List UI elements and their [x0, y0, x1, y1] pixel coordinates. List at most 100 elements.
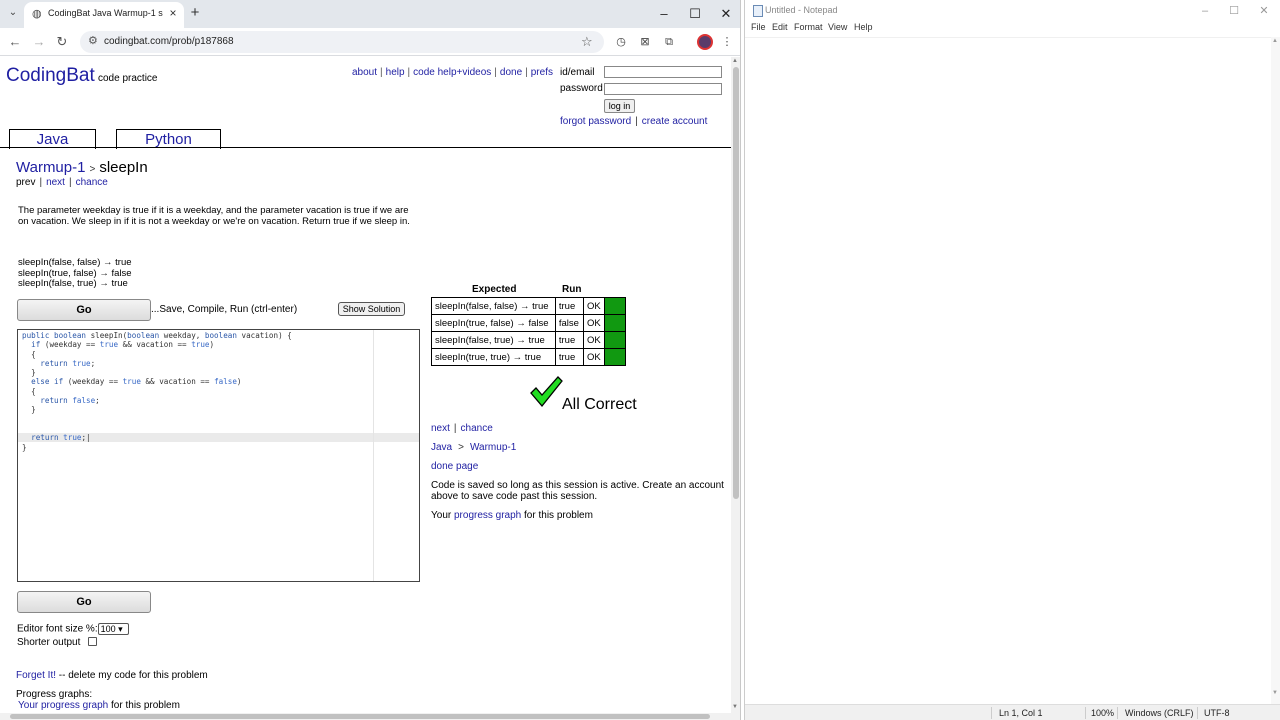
- close-window-icon[interactable]: ✕: [714, 4, 738, 24]
- status-line-endings: Windows (CRLF): [1125, 708, 1194, 718]
- maximize-icon[interactable]: ☐: [683, 4, 707, 24]
- browser-window: ⌄ ◍ CodingBat Java Warmup-1 sleepIn × + …: [0, 0, 741, 720]
- page-vertical-scrollbar[interactable]: ▲ ▼: [731, 57, 740, 720]
- browser-toolbar: ← → ↻ ⚙ codingbat.com/prob/p187868 ☆ ◷ ⊠…: [0, 28, 740, 56]
- progress-graph-row: Your progress graph for this problem: [18, 700, 180, 711]
- minimize-icon[interactable]: –: [652, 4, 676, 24]
- menu-view[interactable]: View: [828, 22, 847, 32]
- java-link[interactable]: Java: [431, 442, 452, 453]
- results-table: sleepIn(false, false) → true true OK sle…: [431, 297, 626, 366]
- status-zoom: 100%: [1091, 708, 1115, 718]
- bookmark-star-icon[interactable]: ☆: [581, 34, 593, 50]
- results-links: next | chance: [431, 423, 493, 434]
- tab-python[interactable]: Python: [116, 129, 221, 149]
- help-link[interactable]: help: [386, 67, 405, 78]
- status-cell: OK: [582, 348, 606, 366]
- notepad-text-area[interactable]: [745, 37, 1271, 704]
- about-link[interactable]: about: [352, 67, 377, 78]
- notepad-icon: [753, 5, 763, 17]
- close-tab-icon[interactable]: ×: [166, 6, 180, 20]
- scrollbar-thumb[interactable]: [733, 67, 739, 499]
- chance-link-results[interactable]: chance: [461, 423, 493, 434]
- go-button[interactable]: Go: [17, 299, 151, 321]
- scrollbar-thumb[interactable]: [10, 714, 710, 719]
- top-links: about | help | code help+videos | done | prefs: [352, 67, 553, 78]
- show-solution-button[interactable]: Show Solution: [338, 302, 405, 316]
- breadcrumb-separator: >: [458, 442, 464, 453]
- section-link[interactable]: Warmup-1: [16, 159, 85, 176]
- forgot-password-link[interactable]: forgot password: [560, 116, 631, 127]
- id-email-input[interactable]: [604, 66, 722, 78]
- close-window-icon[interactable]: ✕: [1252, 3, 1276, 19]
- menu-help[interactable]: Help: [854, 22, 873, 32]
- warmup-link[interactable]: Warmup-1: [470, 442, 516, 453]
- maximize-icon[interactable]: ☐: [1222, 3, 1246, 19]
- account-links: forgot password | create account: [560, 116, 708, 127]
- tab-java[interactable]: Java: [9, 129, 96, 149]
- tab-search-icon[interactable]: ⌄: [5, 7, 21, 21]
- back-icon[interactable]: ←: [6, 33, 24, 51]
- go-button-bottom[interactable]: Go: [17, 591, 151, 613]
- checkmark-icon: [530, 376, 563, 408]
- menu-format[interactable]: Format: [794, 22, 823, 32]
- address-bar[interactable]: ⚙ codingbat.com/prob/p187868 ☆: [80, 31, 604, 53]
- scroll-down-icon[interactable]: ▼: [1272, 690, 1278, 696]
- done-link[interactable]: done: [500, 67, 522, 78]
- forget-it-link[interactable]: Forget It!: [16, 670, 56, 681]
- code-text[interactable]: public boolean sleepIn(boolean weekday, …: [22, 331, 292, 452]
- save-note: Code is saved so long as this session is…: [431, 480, 724, 502]
- status-cell: OK: [582, 314, 606, 332]
- expected-cell: sleepIn(false, false) → true: [431, 297, 556, 315]
- code-editor[interactable]: public boolean sleepIn(boolean weekday, …: [17, 329, 420, 582]
- your-progress-row: Your progress graph for this problem: [431, 510, 593, 521]
- font-size-label: Editor font size %:: [17, 623, 98, 635]
- scroll-up-icon[interactable]: ▲: [1272, 38, 1278, 44]
- expected-cell: sleepIn(false, true) → true: [431, 331, 556, 349]
- your-progress-graph-link[interactable]: Your progress graph: [18, 700, 108, 711]
- run-header: Run: [562, 284, 582, 295]
- profile-avatar[interactable]: [697, 34, 713, 50]
- page-horizontal-scrollbar[interactable]: [0, 713, 731, 720]
- reload-icon[interactable]: ↻: [53, 33, 71, 51]
- next-link-results[interactable]: next: [431, 423, 450, 434]
- login-button[interactable]: log in: [604, 99, 635, 113]
- prev-label: prev: [16, 177, 36, 188]
- table-row: sleepIn(true, true) → true true OK: [431, 348, 626, 366]
- pass-indicator: [604, 331, 626, 349]
- next-link[interactable]: next: [46, 177, 65, 188]
- new-tab-icon[interactable]: +: [187, 4, 203, 22]
- scroll-down-icon[interactable]: ▼: [732, 704, 738, 710]
- font-size-select[interactable]: 100 ▾: [97, 623, 129, 635]
- status-divider: [1197, 707, 1198, 719]
- code-help-link[interactable]: code help+videos: [413, 67, 491, 78]
- extension-icon[interactable]: ⊠: [637, 34, 653, 50]
- for-problem-text: for this problem: [521, 510, 593, 521]
- prefs-link[interactable]: prefs: [531, 67, 553, 78]
- forward-icon[interactable]: →: [30, 33, 48, 51]
- menu-edit[interactable]: Edit: [772, 22, 788, 32]
- logo-subtitle: code practice: [98, 73, 158, 84]
- password-label: password: [560, 83, 603, 94]
- site-logo[interactable]: CodingBat: [6, 65, 95, 87]
- shorter-output-checkbox[interactable]: [88, 637, 97, 646]
- chance-link[interactable]: chance: [76, 177, 108, 188]
- kebab-menu-icon[interactable]: ⋮: [719, 34, 735, 50]
- create-account-link[interactable]: create account: [642, 116, 708, 127]
- globe-icon: ◍: [32, 8, 42, 20]
- minimize-icon[interactable]: –: [1193, 3, 1217, 19]
- forget-row: Forget It! -- delete my code for this pr…: [16, 670, 208, 681]
- status-divider: [1085, 707, 1086, 719]
- extensions-puzzle-icon[interactable]: ⧉: [661, 34, 677, 50]
- notepad-window: Untitled - Notepad – ☐ ✕ File Edit Forma…: [744, 0, 1280, 720]
- progress-graph-link[interactable]: progress graph: [454, 510, 521, 521]
- scroll-up-icon[interactable]: ▲: [732, 58, 738, 64]
- site-info-icon[interactable]: ⚙: [88, 34, 98, 47]
- extension-icon[interactable]: ◷: [613, 34, 629, 50]
- done-page-link[interactable]: done page: [431, 461, 478, 472]
- status-cell: OK: [582, 297, 606, 315]
- notepad-vertical-scrollbar[interactable]: ▲ ▼: [1271, 37, 1280, 704]
- menu-file[interactable]: File: [751, 22, 766, 32]
- password-input[interactable]: [604, 83, 722, 95]
- browser-tab[interactable]: ◍ CodingBat Java Warmup-1 sleepIn ×: [24, 2, 184, 28]
- notepad-statusbar: Ln 1, Col 1 100% Windows (CRLF) UTF-8: [745, 704, 1280, 720]
